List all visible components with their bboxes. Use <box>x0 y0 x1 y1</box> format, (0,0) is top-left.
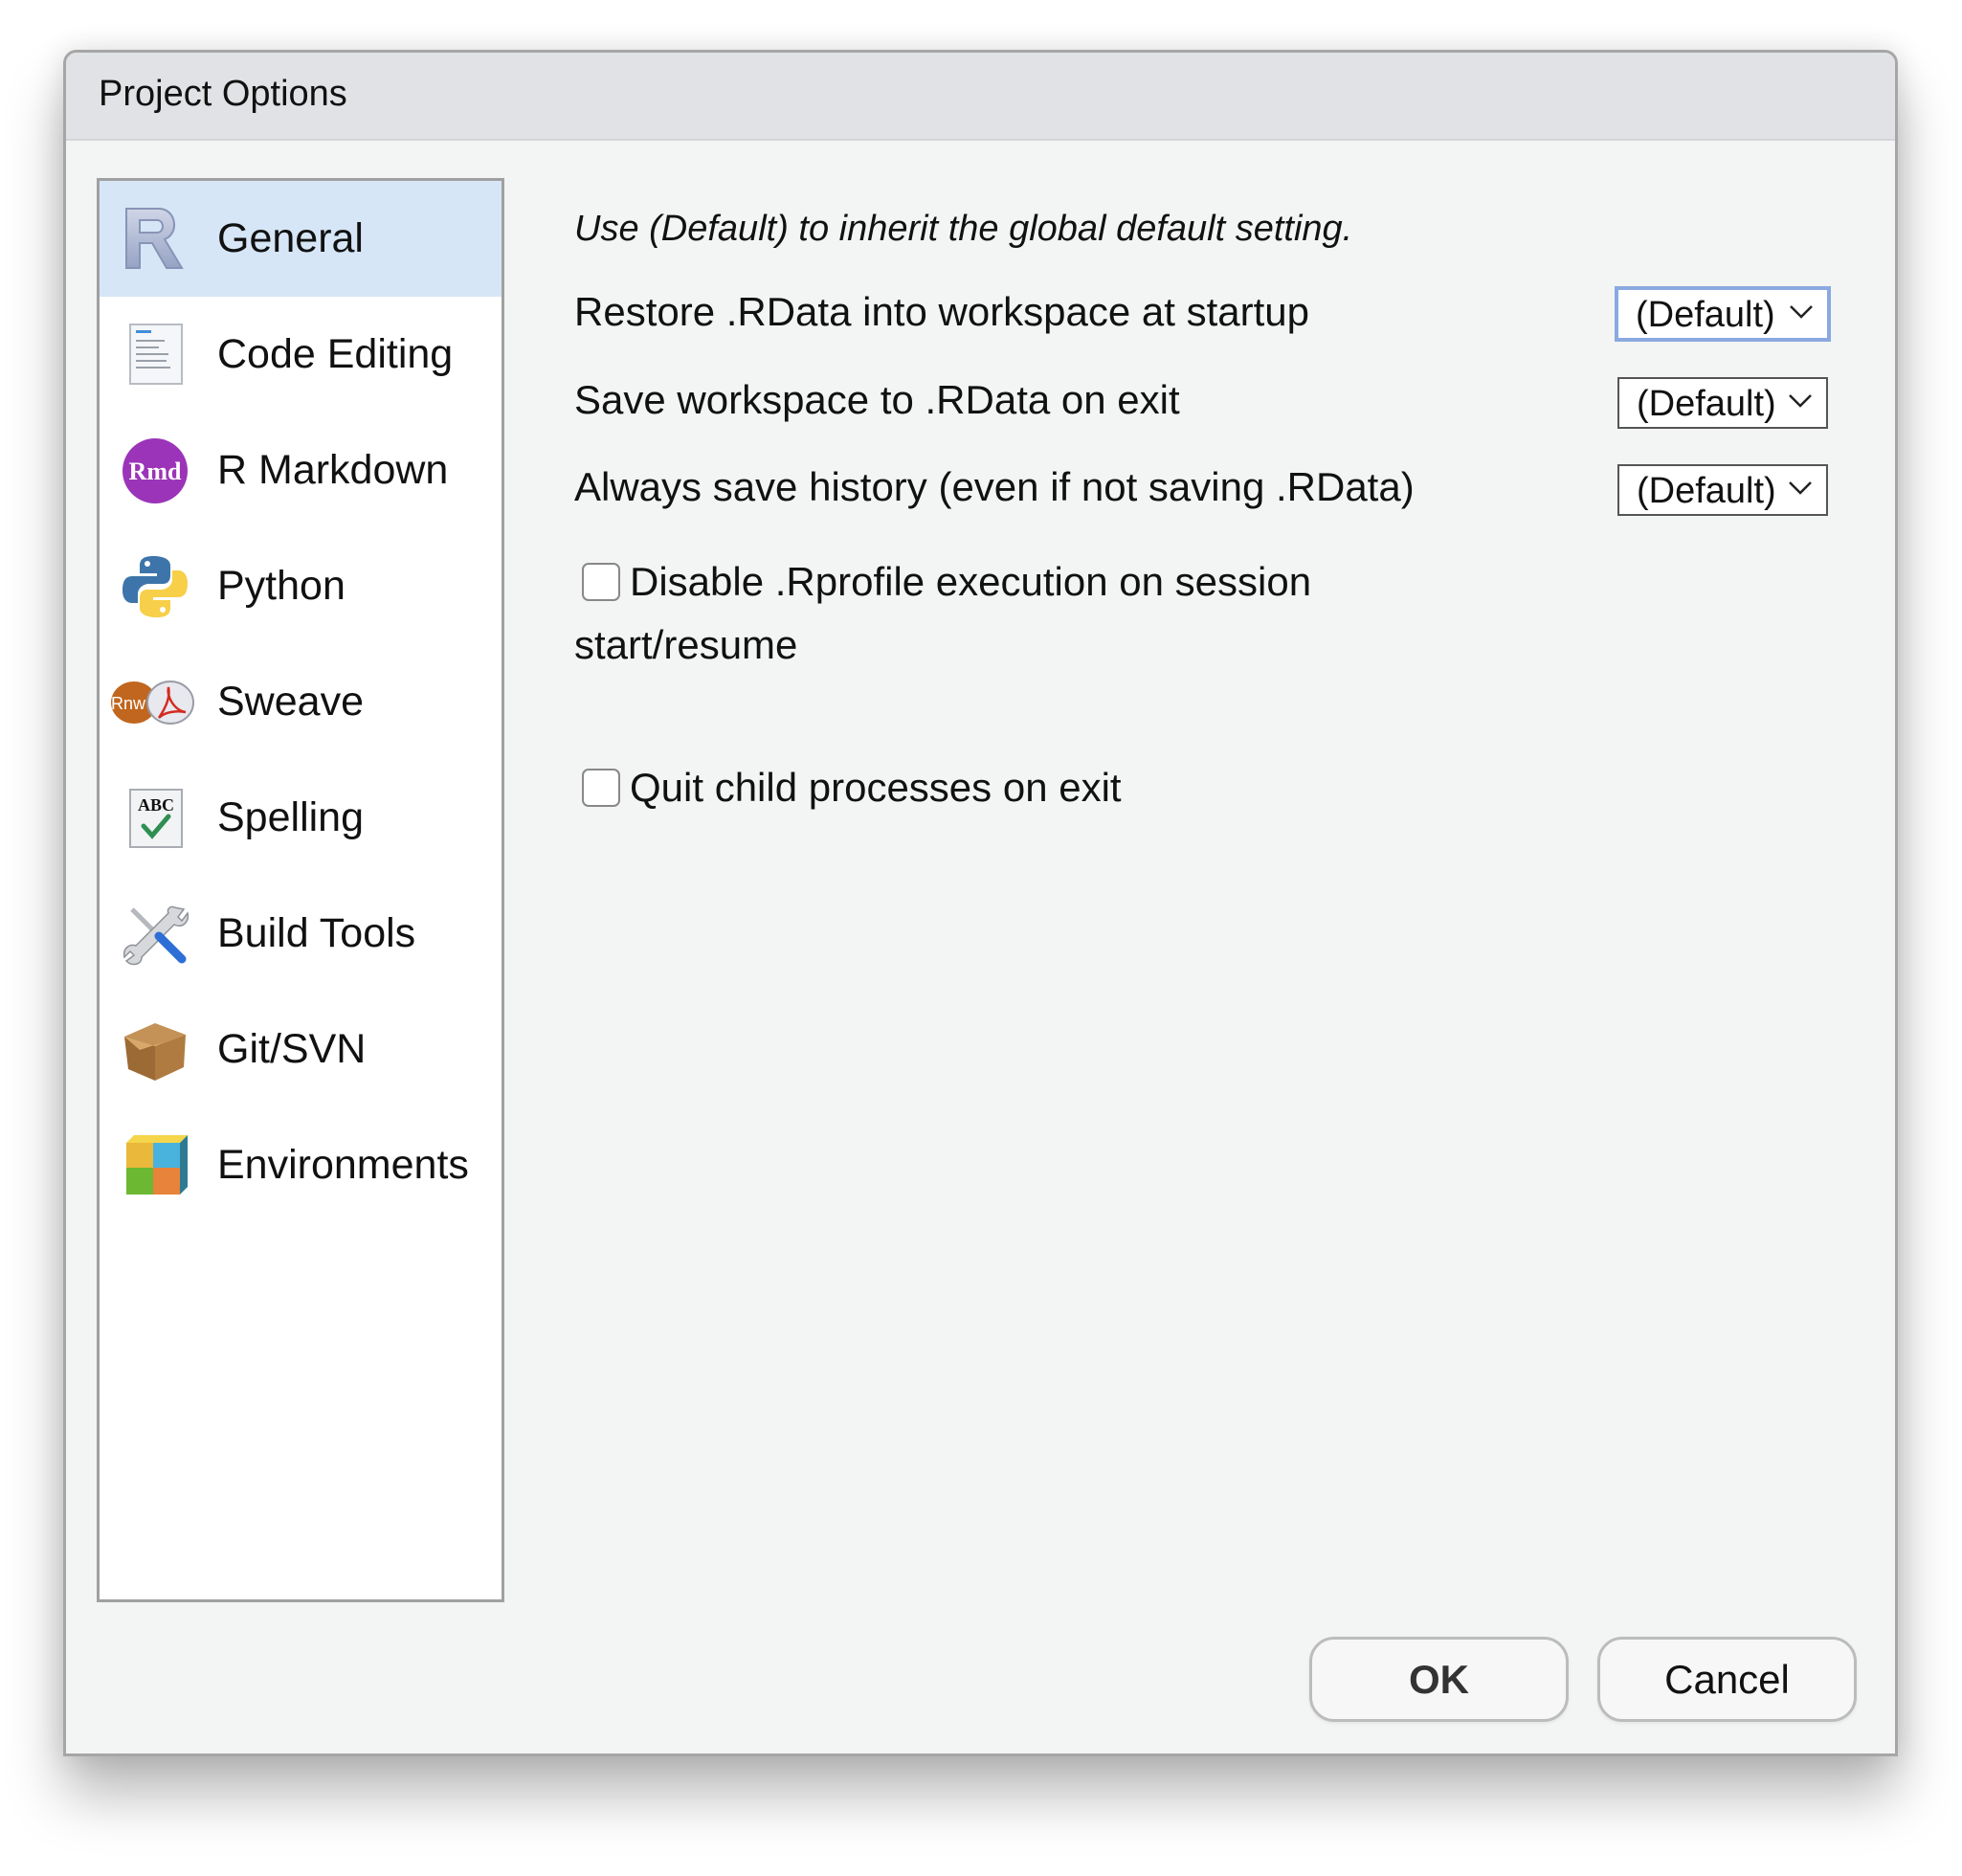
project-options-dialog: Project Options General Code Editing Rmd… <box>63 50 1898 1756</box>
disable-rprofile-checkbox[interactable] <box>582 563 620 601</box>
code-document-icon <box>121 321 190 390</box>
quit-child-option: Quit child processes on exit <box>574 756 1436 819</box>
colored-blocks-icon <box>121 1131 190 1200</box>
svg-text:Rnw: Rnw <box>111 694 146 713</box>
spelling-abc-check-icon: ABC <box>121 784 190 853</box>
ok-button[interactable]: OK <box>1309 1637 1569 1722</box>
sidebar-item-environments[interactable]: Environments <box>100 1107 502 1223</box>
sidebar-item-label: Git/SVN <box>217 1026 367 1072</box>
wrench-screwdriver-icon <box>121 900 190 969</box>
restore-rdata-label: Restore .RData into workspace at startup <box>574 289 1310 334</box>
select-value: (Default) <box>1637 384 1776 424</box>
sidebar-item-label: Python <box>217 563 346 609</box>
sidebar-item-build-tools[interactable]: Build Tools <box>100 876 502 992</box>
rmd-icon: Rmd <box>121 436 190 505</box>
save-workspace-select[interactable]: (Default) <box>1617 377 1828 429</box>
chevron-down-icon <box>1789 394 1812 408</box>
python-icon <box>121 552 190 621</box>
save-history-label: Always save history (even if not saving … <box>574 464 1415 509</box>
chevron-down-icon <box>1789 481 1812 495</box>
sidebar-item-python[interactable]: Python <box>100 528 502 644</box>
svg-text:Rmd: Rmd <box>129 458 182 485</box>
select-value: (Default) <box>1636 295 1775 335</box>
chevron-down-icon <box>1790 305 1813 319</box>
save-workspace-label: Save workspace to .RData on exit <box>574 377 1180 422</box>
svg-text:ABC: ABC <box>138 795 174 815</box>
sidebar-item-general[interactable]: General <box>100 181 502 297</box>
sidebar-item-label: Environments <box>217 1142 469 1188</box>
sidebar-item-sweave[interactable]: Rnw Sweave <box>100 644 502 760</box>
sidebar: General Code Editing Rmd R Markdown Pyth… <box>97 178 504 1602</box>
sidebar-item-label: General <box>217 215 364 261</box>
sidebar-item-label: Build Tools <box>217 910 416 956</box>
sidebar-item-label: Spelling <box>217 794 364 840</box>
cardboard-box-icon <box>121 1016 190 1084</box>
restore-rdata-select[interactable]: (Default) <box>1615 286 1831 342</box>
sidebar-item-label: Code Editing <box>217 331 454 377</box>
quit-child-label[interactable]: Quit child processes on exit <box>630 765 1122 810</box>
default-hint: Use (Default) to inherit the global defa… <box>574 209 1353 249</box>
sidebar-item-git-svn[interactable]: Git/SVN <box>100 992 502 1107</box>
sidebar-item-label: R Markdown <box>217 447 449 493</box>
select-value: (Default) <box>1637 471 1776 511</box>
disable-rprofile-label[interactable]: Disable .Rprofile execution on session s… <box>574 559 1311 667</box>
sidebar-item-label: Sweave <box>217 679 364 725</box>
sidebar-item-r-markdown[interactable]: Rmd R Markdown <box>100 413 502 528</box>
sidebar-item-code-editing[interactable]: Code Editing <box>100 297 502 413</box>
cancel-button[interactable]: Cancel <box>1597 1637 1857 1722</box>
r-logo-icon <box>121 205 190 274</box>
save-history-select[interactable]: (Default) <box>1617 464 1828 516</box>
quit-child-checkbox[interactable] <box>582 769 620 807</box>
sweave-rnw-pdf-icon: Rnw <box>109 668 195 737</box>
dialog-title: Project Options <box>99 74 347 114</box>
sidebar-item-spelling[interactable]: ABC Spelling <box>100 760 502 876</box>
disable-rprofile-option: Disable .Rprofile execution on session s… <box>574 550 1436 677</box>
title-bar: Project Options <box>66 53 1895 141</box>
